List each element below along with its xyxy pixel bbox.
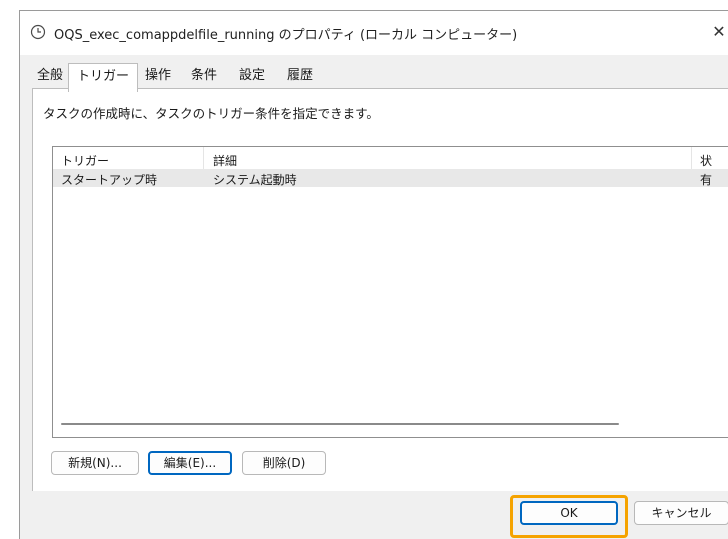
tab-general[interactable]: 全般 [32, 65, 68, 89]
close-icon: ✕ [712, 22, 726, 41]
tab-settings[interactable]: 設定 [228, 65, 276, 89]
close-button[interactable]: ✕ [709, 19, 728, 45]
column-separator[interactable] [203, 147, 204, 169]
row-detail: システム起動時 [213, 173, 297, 187]
trigger-list[interactable]: トリガー 詳細 状 スタートアップ時 システム起動時 有 [52, 146, 728, 438]
column-header-status[interactable]: 状 [700, 152, 712, 169]
new-button[interactable]: 新規(N)... [51, 451, 139, 475]
column-separator[interactable] [691, 147, 692, 169]
scrollbar-thumb[interactable] [61, 423, 619, 425]
delete-button[interactable]: 削除(D) [242, 451, 326, 475]
panel-description: タスクの作成時に、タスクのトリガー条件を指定できます。 [43, 106, 379, 121]
horizontal-scrollbar[interactable] [53, 413, 728, 435]
window-title: OQS_exec_comappdelfile_running のプロパティ (ロ… [54, 28, 518, 43]
tab-history[interactable]: 履歴 [276, 65, 324, 89]
column-header-detail[interactable]: 詳細 [213, 152, 237, 169]
tab-actions[interactable]: 操作 [136, 65, 180, 89]
ok-button[interactable]: OK [520, 501, 618, 525]
tab-triggers[interactable]: トリガー [68, 63, 138, 92]
table-row[interactable]: スタートアップ時 システム起動時 有 [53, 169, 728, 187]
list-header: トリガー 詳細 状 [53, 147, 728, 169]
edit-button[interactable]: 編集(E)... [148, 451, 232, 475]
tab-conditions[interactable]: 条件 [180, 65, 228, 89]
cancel-button[interactable]: キャンセル [634, 501, 728, 525]
properties-dialog: OQS_exec_comappdelfile_running のプロパティ (ロ… [19, 10, 728, 539]
title-bar[interactable]: OQS_exec_comappdelfile_running のプロパティ (ロ… [20, 11, 728, 55]
row-trigger: スタートアップ時 [61, 173, 158, 187]
triggers-panel: タスクの作成時に、タスクのトリガー条件を指定できます。 トリガー 詳細 状 スタ… [32, 88, 728, 491]
column-header-trigger[interactable]: トリガー [61, 152, 109, 169]
row-status: 有 [700, 173, 713, 187]
clock-icon [30, 24, 46, 40]
